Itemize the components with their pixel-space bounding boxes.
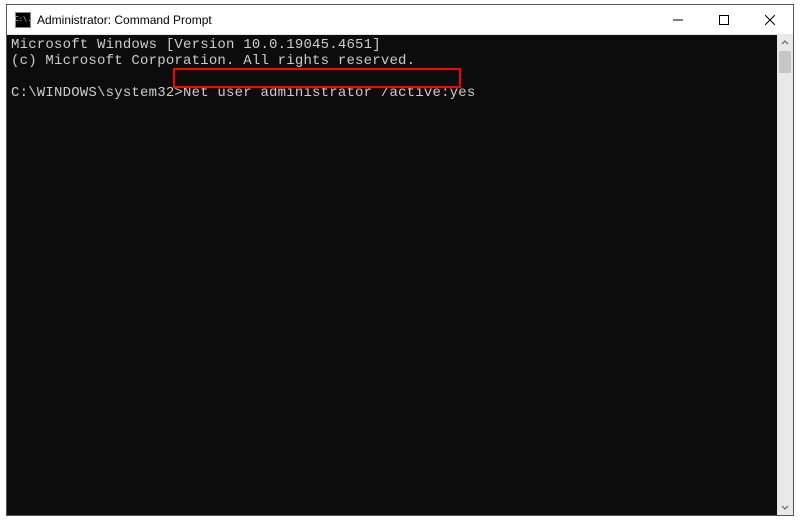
maximize-button[interactable] bbox=[701, 5, 747, 34]
chevron-up-icon bbox=[781, 39, 789, 47]
window-title: Administrator: Command Prompt bbox=[37, 13, 655, 27]
scroll-down-button[interactable] bbox=[777, 499, 793, 515]
console-line: (c) Microsoft Corporation. All rights re… bbox=[11, 53, 415, 69]
scroll-up-button[interactable] bbox=[777, 35, 793, 51]
close-icon bbox=[765, 15, 775, 25]
console-line: Microsoft Windows [Version 10.0.19045.46… bbox=[11, 37, 381, 53]
chevron-down-icon bbox=[781, 503, 789, 511]
command-prompt-window: C:\. Administrator: Command Prompt Micro… bbox=[6, 4, 794, 516]
minimize-icon bbox=[673, 15, 683, 25]
console-prompt: C:\WINDOWS\system32> bbox=[11, 85, 183, 101]
console-area: Microsoft Windows [Version 10.0.19045.46… bbox=[7, 35, 793, 515]
scroll-thumb[interactable] bbox=[779, 51, 791, 73]
close-button[interactable] bbox=[747, 5, 793, 34]
maximize-icon bbox=[719, 15, 729, 25]
console-command: Net user administrator /active:yes bbox=[183, 85, 475, 101]
titlebar[interactable]: C:\. Administrator: Command Prompt bbox=[7, 5, 793, 35]
cmd-icon: C:\. bbox=[15, 12, 31, 28]
window-controls bbox=[655, 5, 793, 34]
minimize-button[interactable] bbox=[655, 5, 701, 34]
vertical-scrollbar[interactable] bbox=[777, 35, 793, 515]
console-output[interactable]: Microsoft Windows [Version 10.0.19045.46… bbox=[7, 35, 777, 515]
